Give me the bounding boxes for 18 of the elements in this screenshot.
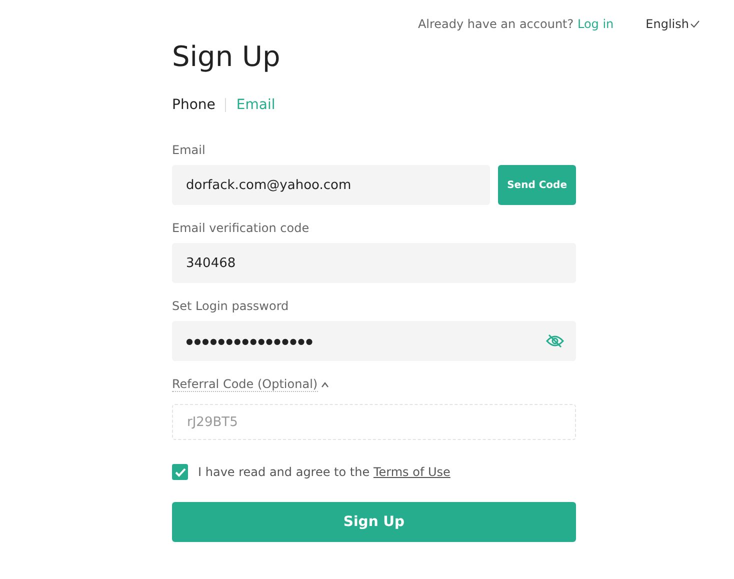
input-field[interactable]: rJ29BT5 bbox=[172, 404, 576, 440]
input-field[interactable]: 340468 bbox=[172, 243, 576, 283]
check-icon bbox=[690, 20, 700, 28]
language-selector[interactable]: English bbox=[646, 17, 700, 31]
referral-toggle[interactable]: Referral Code (Optional) bbox=[172, 377, 318, 392]
eye-slash-icon[interactable] bbox=[546, 334, 564, 348]
account-prompt: Already have an account? bbox=[418, 17, 574, 31]
password-field[interactable]: ●●●●●●●●●●●●●●●● bbox=[172, 321, 576, 361]
field-label: Email bbox=[172, 143, 206, 157]
tab[interactable]: Phone bbox=[172, 97, 216, 113]
input-field[interactable]: dorfack.com@yahoo.com bbox=[172, 165, 490, 205]
caret-icon[interactable] bbox=[320, 382, 329, 388]
terms-link[interactable]: Terms of Use bbox=[373, 465, 450, 479]
field-label: Email verification code bbox=[172, 221, 310, 235]
agreement-text: I have read and agree to the Terms of Use bbox=[198, 465, 450, 479]
page-title: Sign Up bbox=[172, 39, 282, 75]
checkbox[interactable] bbox=[172, 464, 188, 480]
field-label: Set Login password bbox=[172, 299, 290, 313]
